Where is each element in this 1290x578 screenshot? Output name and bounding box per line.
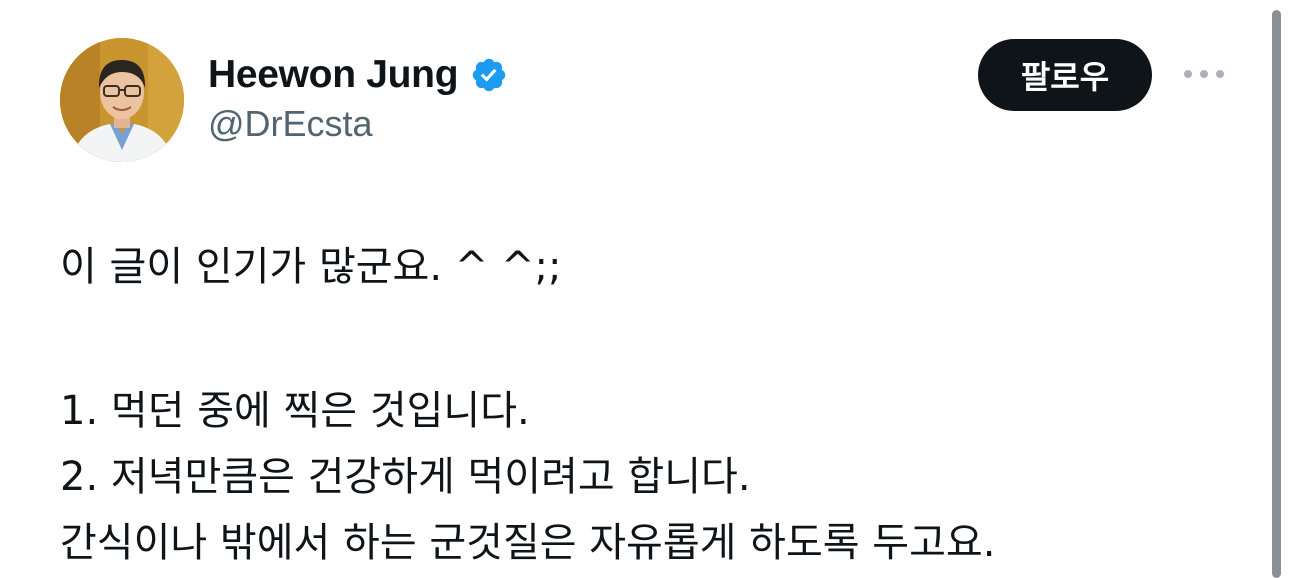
- tweet-line: 1. 먹던 중에 찍은 것입니다.: [60, 388, 530, 434]
- more-options-icon[interactable]: [1176, 56, 1232, 92]
- follow-button[interactable]: 팔로우: [978, 39, 1152, 111]
- author-display-name[interactable]: Heewon Jung: [208, 53, 459, 97]
- author-name-row[interactable]: Heewon Jung: [208, 50, 508, 100]
- tweet-line: 이 글이 인기가 많군요. ^ ^;;: [60, 244, 562, 290]
- tweet-card: Heewon Jung @DrEcsta 팔로우 이 글이 인기가 많군요. ^…: [0, 0, 1290, 578]
- author-handle[interactable]: @DrEcsta: [208, 103, 373, 145]
- tweet-line: 2. 저녁만큼은 건강하게 먹이려고 합니다.: [60, 454, 751, 500]
- tweet-text: 이 글이 인기가 많군요. ^ ^;; 1. 먹던 중에 찍은 것입니다. 2.…: [60, 234, 1240, 576]
- avatar[interactable]: [60, 38, 184, 162]
- scrollbar[interactable]: [1272, 10, 1281, 578]
- tweet-line: 간식이나 밖에서 하는 군것질은 자유롭게 하도록 두고요.: [60, 520, 996, 566]
- verified-badge-icon[interactable]: [470, 56, 508, 94]
